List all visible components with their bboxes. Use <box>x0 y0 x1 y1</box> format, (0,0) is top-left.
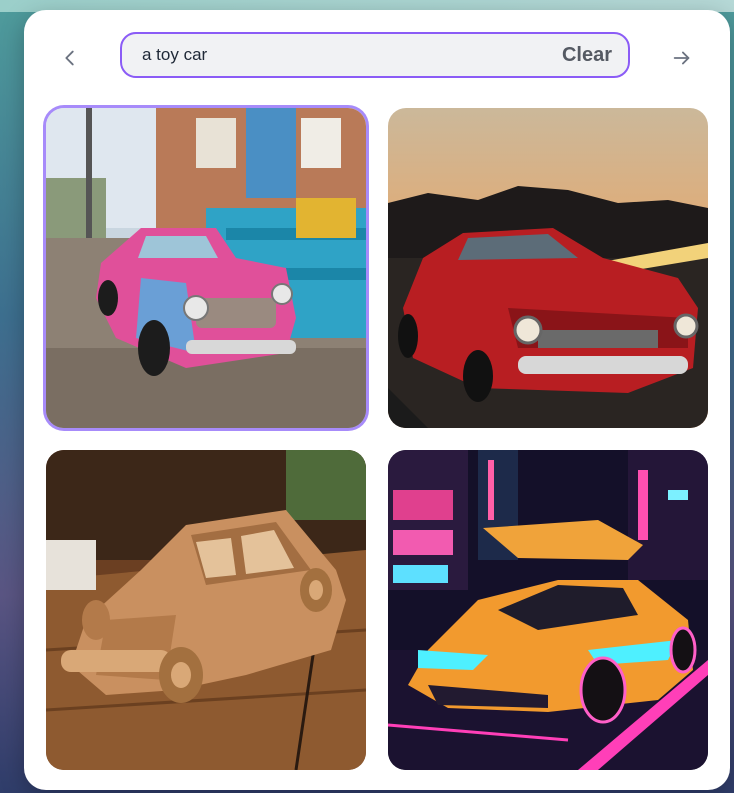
forward-button[interactable] <box>664 40 700 76</box>
result-image-4[interactable] <box>388 450 708 770</box>
chevron-left-icon <box>65 50 74 66</box>
result-image-3[interactable] <box>46 450 366 770</box>
red-classic-car-image <box>388 108 708 428</box>
image-results-panel: Clear <box>24 10 730 790</box>
toy-car-street-image <box>46 108 366 428</box>
result-image-2[interactable] <box>388 108 708 428</box>
search-input[interactable] <box>122 33 562 77</box>
result-image-1[interactable] <box>46 108 366 428</box>
back-button[interactable] <box>52 40 88 76</box>
search-box: Clear <box>120 32 630 78</box>
arrow-right-icon <box>673 51 690 65</box>
neon-sports-car-image <box>388 450 708 770</box>
wooden-toy-car-image <box>46 450 366 770</box>
clear-button[interactable]: Clear <box>562 44 628 67</box>
